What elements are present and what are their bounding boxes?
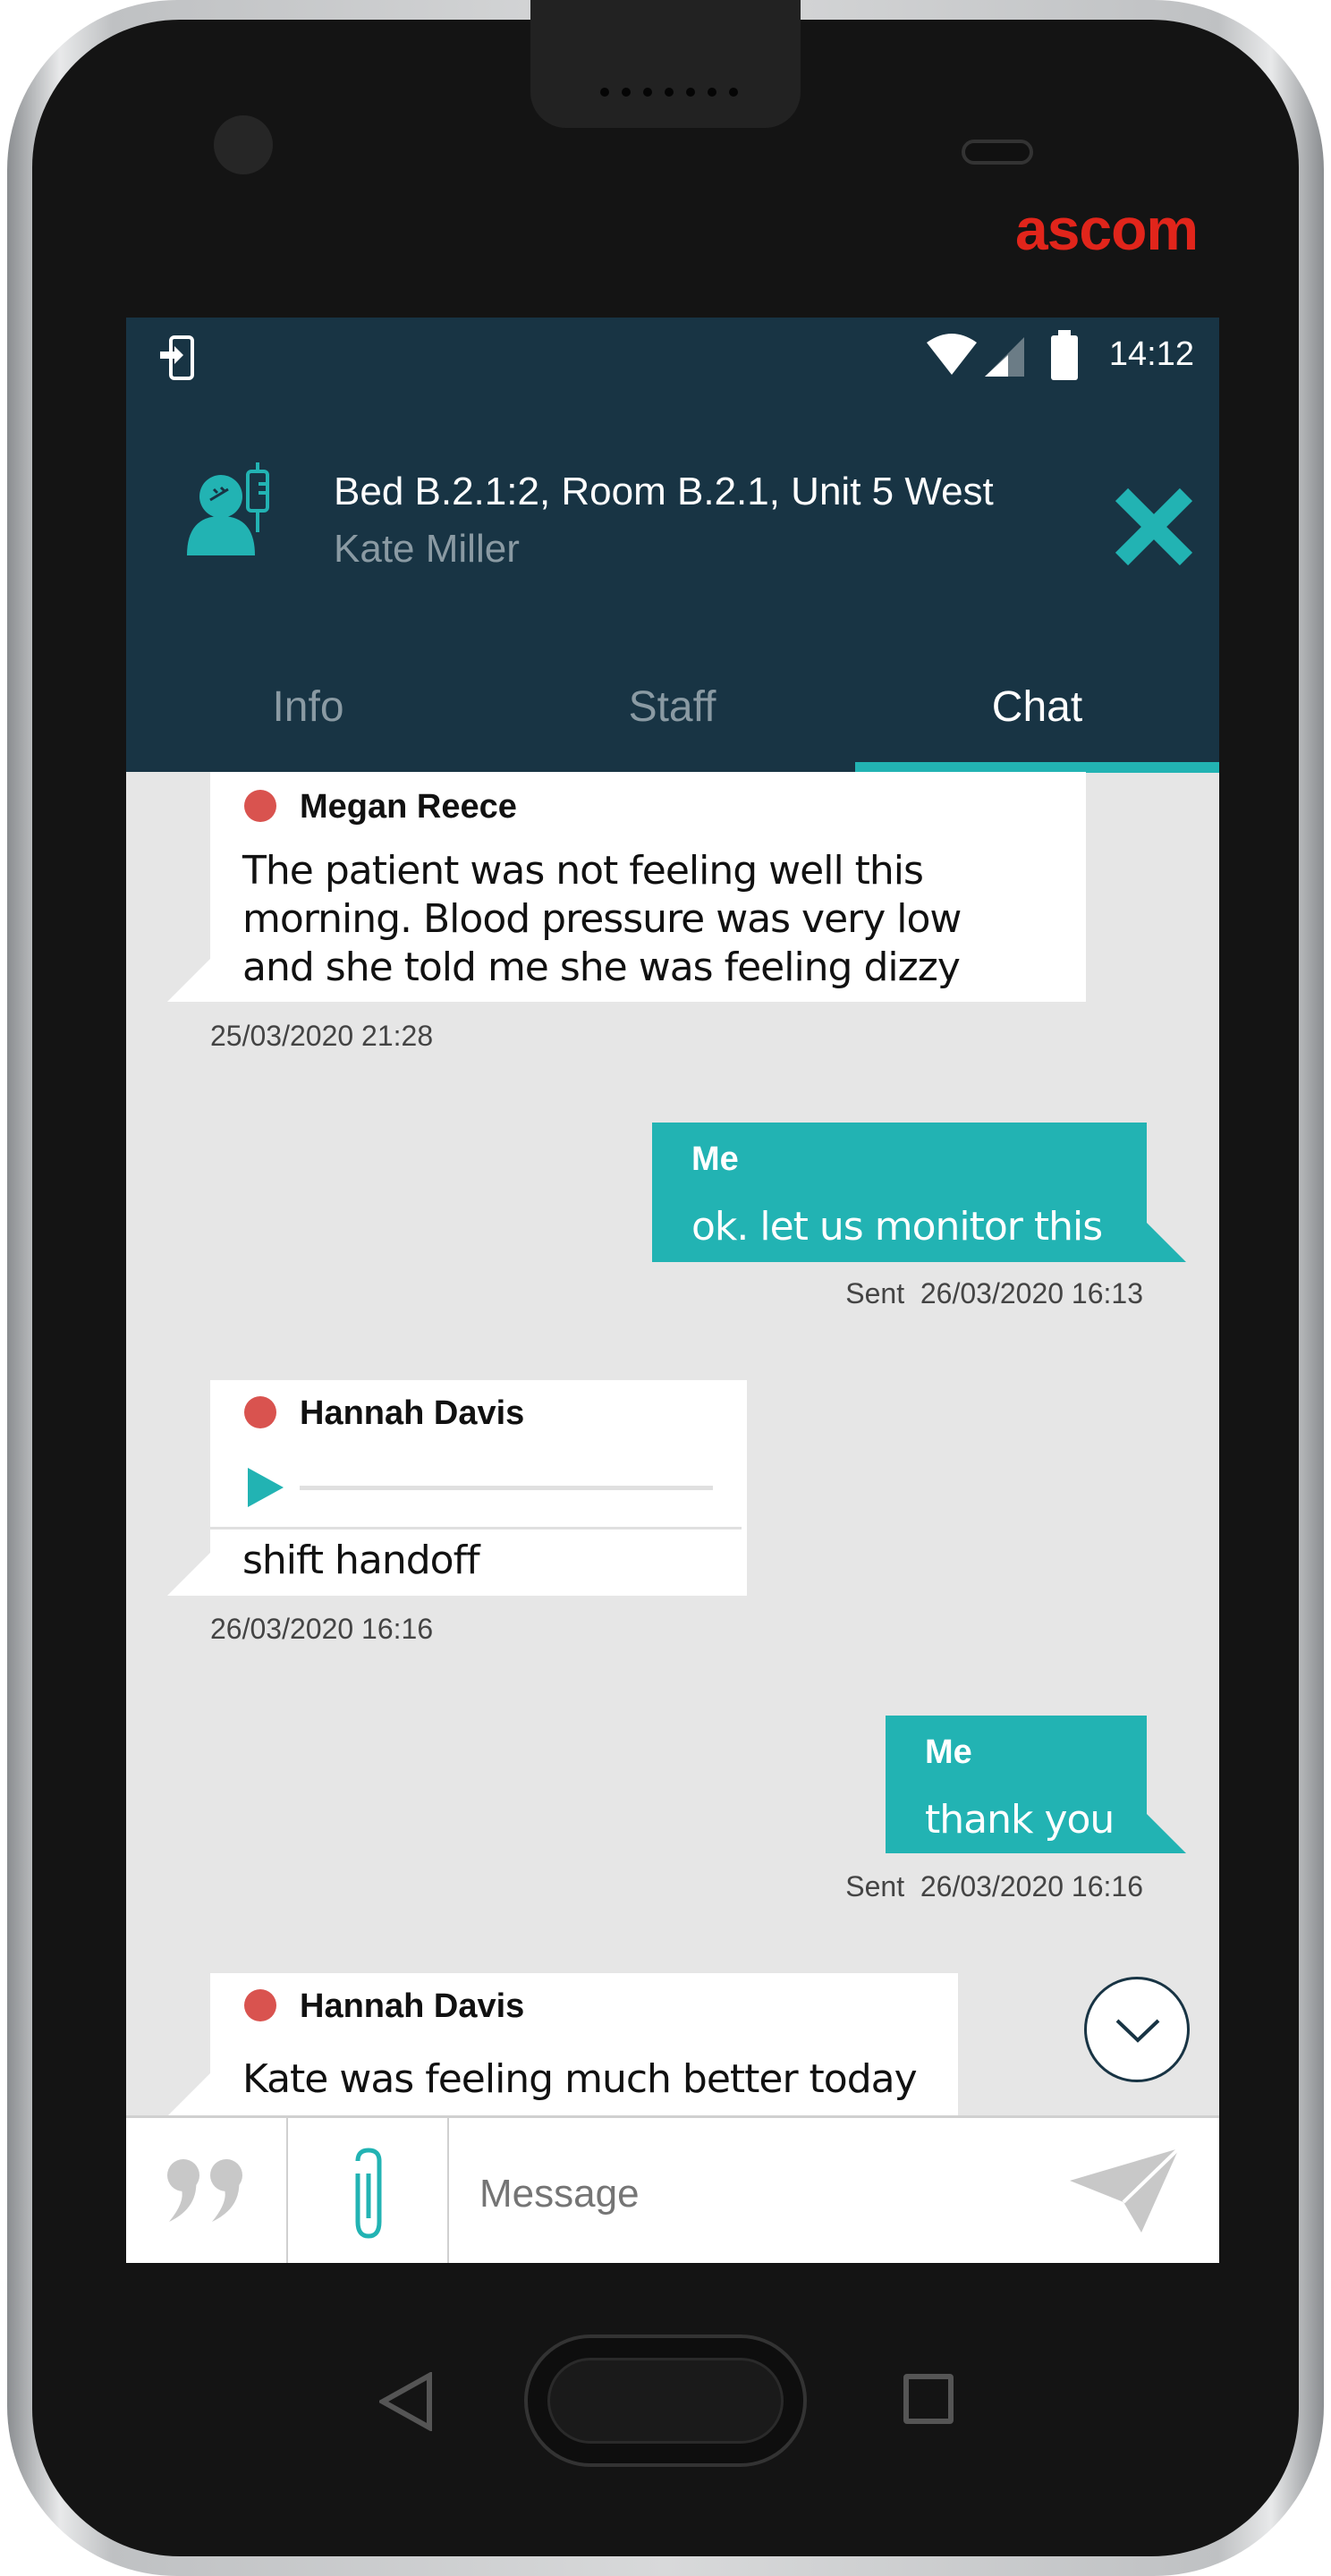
presence-dot	[244, 1396, 276, 1428]
message-composer	[126, 2115, 1219, 2263]
message-text: ok. let us monitor this	[691, 1204, 1103, 1250]
sender-name: Me	[691, 1140, 739, 1178]
scroll-to-bottom-button[interactable]	[1084, 1977, 1190, 2082]
sender-name: Hannah Davis	[300, 1987, 525, 2025]
message-text: and she told me she was feeling dizzy	[242, 945, 961, 990]
message-text: morning. Blood pressure was very low	[242, 896, 962, 942]
message-outgoing[interactable]: Me ok. let us monitor this	[652, 1123, 1186, 1262]
message-text: shift handoff	[242, 1538, 480, 1583]
message-outgoing[interactable]: Me thank you	[886, 1716, 1186, 1853]
presence-dot	[244, 1989, 276, 2021]
quote-icon	[167, 2159, 242, 2222]
message-input[interactable]	[479, 2172, 1106, 2216]
tab-staff[interactable]: Staff	[490, 682, 854, 732]
chevron-down-icon	[1115, 2019, 1160, 2043]
message-text: Kate was feeling much better today	[242, 2056, 918, 2102]
message-status: Sent 26/03/2020 16:13	[845, 1277, 1143, 1310]
tab-chat[interactable]: Chat	[855, 682, 1219, 732]
send-icon[interactable]	[1070, 2148, 1181, 2234]
signal-icon	[985, 337, 1024, 377]
message-incoming[interactable]: Hannah Davis shift handoff	[167, 1380, 747, 1596]
message-timestamp: 26/03/2020 16:16	[920, 1870, 1143, 1902]
sensor	[962, 140, 1033, 165]
sent-label: Sent	[845, 1277, 905, 1309]
divider	[210, 1527, 742, 1530]
message-text: The patient was not feeling well this	[242, 848, 924, 894]
sender-name: Megan Reece	[300, 788, 517, 826]
patient-iv-icon	[187, 462, 269, 555]
message-incoming[interactable]: Hannah Davis Kate was feeling much bette…	[167, 1973, 958, 2116]
sender-name: Me	[925, 1733, 972, 1771]
paperclip-icon	[355, 2148, 382, 2239]
back-nav-icon[interactable]	[379, 2372, 433, 2431]
divider	[447, 2118, 449, 2263]
presence-dot	[244, 790, 276, 822]
message-timestamp: 25/03/2020 21:28	[210, 1020, 434, 1052]
message-incoming[interactable]: Megan Reece The patient was not feeling …	[167, 772, 1086, 1002]
sender-name: Hannah Davis	[300, 1394, 525, 1432]
recents-nav-icon[interactable]	[903, 2374, 954, 2424]
patient-name: Kate Miller	[334, 527, 520, 571]
screen: 14:12 Bed B.2.1:2, Room B.2.1, Unit 5 We…	[126, 318, 1219, 2263]
message-text: thank you	[925, 1797, 1115, 1843]
home-button[interactable]	[524, 2334, 807, 2467]
sim-login-icon	[160, 335, 194, 380]
message-status: Sent 26/03/2020 16:16	[845, 1870, 1143, 1903]
front-camera	[214, 115, 273, 174]
speaker-notch	[530, 0, 801, 128]
message-timestamp: 26/03/2020 16:16	[210, 1613, 434, 1645]
audio-progress-track[interactable]	[300, 1486, 713, 1490]
tab-info[interactable]: Info	[126, 682, 490, 732]
message-timestamp: 26/03/2020 16:13	[920, 1277, 1143, 1309]
brand-logo: ascom	[1015, 196, 1199, 262]
quick-reply-button[interactable]	[126, 2118, 286, 2263]
status-time: 14:12	[1108, 335, 1194, 373]
attach-button[interactable]	[288, 2118, 447, 2263]
sent-label: Sent	[845, 1870, 905, 1902]
battery-icon	[1051, 330, 1078, 380]
header: 14:12 Bed B.2.1:2, Room B.2.1, Unit 5 We…	[126, 318, 1219, 773]
wifi-icon	[927, 334, 977, 375]
close-icon[interactable]	[1115, 487, 1193, 566]
location-title: Bed B.2.1:2, Room B.2.1, Unit 5 West	[334, 470, 994, 513]
play-icon[interactable]	[248, 1468, 284, 1507]
